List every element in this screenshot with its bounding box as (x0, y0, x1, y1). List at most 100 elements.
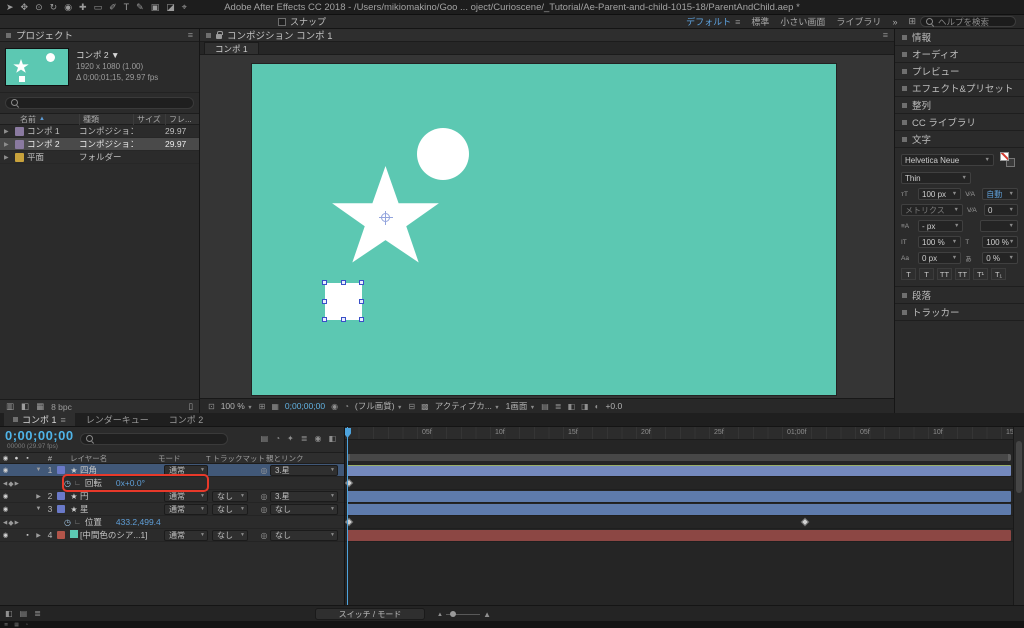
keyframe-navigator[interactable]: ◀ ◆ ▶ (3, 480, 19, 488)
workspace-libraries[interactable]: ライブラリ (836, 15, 881, 28)
subscript-button[interactable]: T₁ (991, 268, 1006, 280)
keyframe-navigator[interactable]: ◀ ◆ ▶ (3, 519, 19, 527)
playhead-line[interactable] (347, 427, 348, 605)
composition-view[interactable] (200, 55, 894, 398)
hide-shy-layers-icon[interactable]: ✦ (287, 434, 294, 443)
project-row-comp2[interactable]: ▶ コンポ 2 コンポジション 29.97 (0, 138, 199, 151)
interpret-footage-icon[interactable]: ▥ (6, 401, 14, 412)
parent-pickwhip-icon[interactable]: ◎ (258, 531, 270, 540)
character-panel-header[interactable]: 文字 (895, 131, 1024, 148)
puppet-tool-icon[interactable]: ⌖ (182, 0, 187, 15)
toggle-inout-panes-icon[interactable]: ≣ (34, 609, 41, 618)
twirl-right-icon[interactable]: ▶ (4, 154, 12, 161)
workspace-switcher-icon[interactable]: ⊞ (908, 14, 916, 29)
position-property-row[interactable]: ◀ ◆ ▶ ◷ ∟ 位置 433.2,499.4 (0, 516, 344, 529)
selection-handle[interactable] (340, 317, 346, 322)
label-color-chip[interactable] (57, 492, 65, 500)
small-caps-button[interactable]: TT (955, 268, 970, 280)
selection-handle[interactable] (322, 298, 327, 304)
timeline-search-field[interactable] (80, 433, 228, 445)
frame-blend-icon[interactable]: ≣ (301, 434, 308, 443)
layer-2-track[interactable] (345, 490, 1024, 503)
column-parent-link[interactable]: 親とリンク (266, 453, 344, 464)
column-mode[interactable]: モード (158, 453, 206, 464)
workspace-default[interactable]: デフォルト ≡ (686, 15, 740, 28)
vertical-scale-dropdown[interactable]: 100 % ▼ (918, 236, 962, 248)
paragraph-panel-header[interactable]: 段落 (895, 287, 1024, 304)
preview-panel-header[interactable]: プレビュー (895, 63, 1024, 80)
track-matte-dropdown[interactable]: なし ▼ (212, 503, 248, 515)
zoom-slider-thumb[interactable] (449, 611, 456, 617)
zoom-out-mountain-icon[interactable]: ▲ (437, 612, 443, 618)
layer-4-duration-bar[interactable] (347, 530, 1011, 541)
blend-mode-dropdown[interactable]: 通常 ▼ (164, 503, 208, 515)
delete-item-icon[interactable]: ▯ (188, 401, 193, 412)
toggle-layer-switches-icon[interactable]: ◧ (5, 609, 13, 618)
selection-handle[interactable] (340, 280, 346, 285)
zoom-in-mountain-icon[interactable]: ▲ (483, 610, 491, 619)
fast-preview-icon[interactable]: ≣ (555, 402, 562, 411)
pixel-aspect-icon[interactable]: ▤ (541, 402, 549, 411)
composition-canvas[interactable] (252, 64, 836, 395)
rotation-property-row[interactable]: ◀ ◆ ▶ ◷ ∟ 回転 0x+0.0° (0, 477, 344, 490)
twirl-right-icon[interactable]: ▶ (33, 493, 44, 500)
current-timecode[interactable]: 0;00;00;00 (5, 428, 74, 443)
timeline-track-area[interactable]: 05f 10f 15f 20f 25f 01;00f 05f 10f 15f (345, 427, 1024, 605)
draft-3d-icon[interactable]: ◔ (275, 434, 280, 443)
camera-tool-icon[interactable]: ◉ (64, 0, 72, 15)
rotation-value[interactable]: 0x+0.0° (116, 478, 145, 488)
track-matte-dropdown[interactable]: なし ▼ (212, 529, 248, 541)
audio-panel-header[interactable]: オーディオ (895, 46, 1024, 63)
timeline-tab-render-queue[interactable]: レンダーキュー (77, 413, 158, 426)
font-size-dropdown[interactable]: 100 px ▼ (918, 188, 962, 200)
tsume-dropdown[interactable]: 0 % ▼ (982, 252, 1018, 264)
property-label[interactable]: 回転 (85, 477, 102, 489)
new-folder-icon[interactable]: ◧ (21, 401, 29, 412)
magnification-dropdown[interactable]: 100 % ▼ (221, 401, 253, 411)
visibility-eye-icon[interactable]: ◉ (0, 466, 11, 474)
twirl-down-icon[interactable]: ▼ (33, 467, 44, 473)
layer-3-duration-bar[interactable] (347, 504, 1011, 515)
project-bit-depth[interactable]: 8 bpc (51, 402, 72, 412)
project-row-solids-folder[interactable]: ▶ 平面 フォルダー (0, 151, 199, 164)
composition-panel-header[interactable]: コンポジション コンポ 1 ≡ (200, 29, 894, 42)
help-search-field[interactable]: ヘルプを検索 (920, 16, 1016, 27)
visibility-eye-icon[interactable]: ◉ (0, 531, 11, 539)
info-panel-header[interactable]: 情報 (895, 29, 1024, 46)
brush-tool-icon[interactable]: ✎ (136, 0, 144, 15)
grid-guides-icon[interactable]: ⊞ (259, 402, 266, 411)
fill-stroke-swatches[interactable] (998, 152, 1018, 168)
track-matte-dropdown[interactable]: なし ▼ (212, 490, 248, 502)
always-preview-icon[interactable]: ⊡ (208, 402, 215, 411)
parent-pickwhip-icon[interactable]: ◎ (258, 492, 270, 501)
layer-4-track[interactable] (345, 529, 1024, 542)
project-panel-header[interactable]: プロジェクト ≡ (0, 29, 199, 42)
view-layout-dropdown[interactable]: 1画面 ▼ (506, 400, 536, 412)
workspace-standard[interactable]: 標準 (751, 15, 769, 28)
column-track-matte[interactable]: T トラックマット (206, 453, 266, 464)
flowchart-icon[interactable]: ◨ (581, 402, 589, 411)
label-color-chip[interactable] (57, 531, 65, 539)
layer-3-track[interactable] (345, 503, 1024, 516)
parent-pickwhip-icon[interactable]: ◎ (258, 505, 270, 514)
keyframe-diamond[interactable] (800, 517, 810, 527)
twirl-right-icon[interactable]: ▶ (4, 128, 12, 135)
align-panel-header[interactable]: 整列 (895, 97, 1024, 114)
layer-row-1[interactable]: ◉ ▼ 1 ★ 四角 通常 ▼ ◎ 3.星 ▼ (0, 464, 344, 477)
twirl-down-icon[interactable]: ▼ (33, 506, 44, 512)
column-name[interactable]: 名前 ▲ (0, 114, 79, 125)
superscript-button[interactable]: T¹ (973, 268, 988, 280)
layer-row-3[interactable]: ◉ ▼ 3 ★ 星 通常 ▼ なし ▼ ◎ なし ▼ (0, 503, 344, 516)
property-label[interactable]: 位置 (85, 516, 102, 528)
position-value[interactable]: 433.2,499.4 (116, 517, 161, 527)
new-composition-icon[interactable]: ▦ (36, 401, 44, 412)
extra-dropdown[interactable]: ▼ (980, 220, 1018, 232)
stopwatch-icon[interactable]: ◷ (64, 518, 71, 527)
selection-handle[interactable] (359, 298, 364, 304)
label-color-chip[interactable] (57, 505, 65, 513)
column-size[interactable]: サイズ (133, 113, 165, 125)
label-color-chip[interactable] (57, 466, 65, 474)
fill-swatch[interactable] (1000, 152, 1009, 161)
font-family-dropdown[interactable]: Helvetica Neue ▼ (901, 154, 994, 166)
snap-checkbox[interactable] (278, 17, 286, 26)
